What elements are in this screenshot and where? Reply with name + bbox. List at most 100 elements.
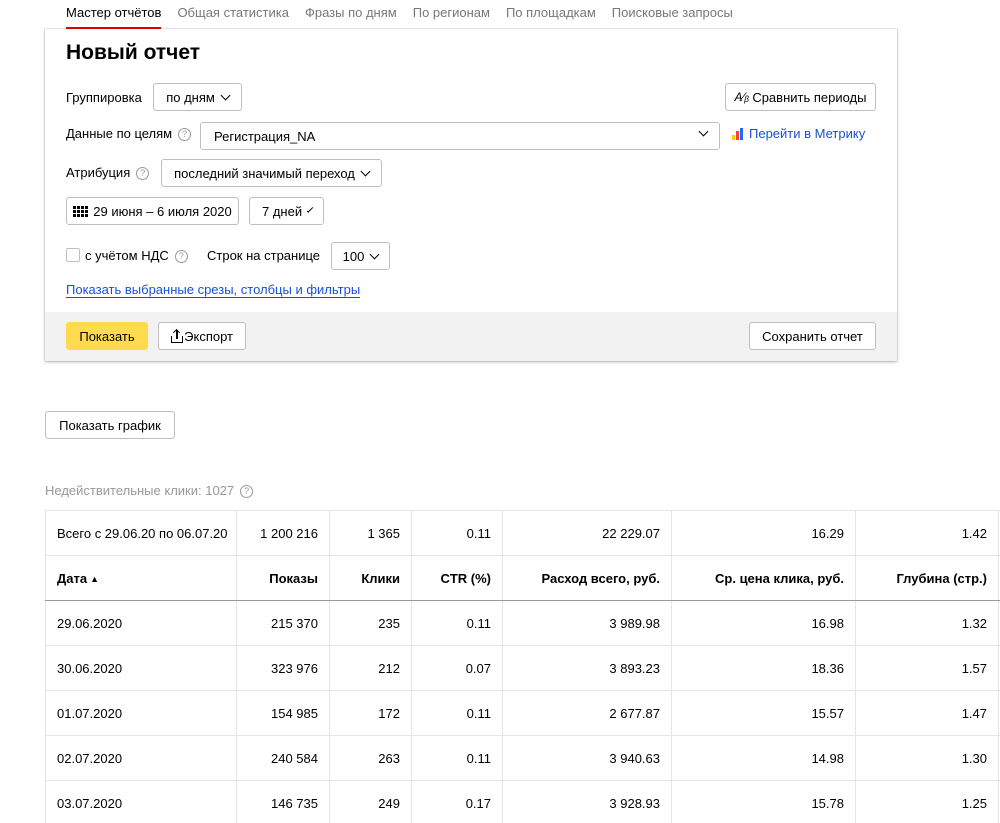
table-cell: 240 584 <box>236 735 330 781</box>
goals-label-wrap: Данные по целям? <box>66 126 192 141</box>
help-icon[interactable]: ? <box>178 128 192 141</box>
rows-per-page-value: 100 <box>342 248 365 264</box>
table-row: 02.07.2020 240 584 263 0.11 3 940.63 14.… <box>45 735 1000 781</box>
table-cell: 1.25 <box>855 780 999 823</box>
column-header-date[interactable]: Дата ▲ <box>45 555 237 601</box>
table-cell: 215 370 <box>236 600 330 646</box>
attribution-value: последний значимый переход <box>174 165 355 181</box>
goals-label: Данные по целям <box>66 126 173 141</box>
column-header-ctr[interactable]: CTR (%) <box>411 555 503 601</box>
table-cell: 0.17 <box>411 780 503 823</box>
invalid-clicks-text: Недействительные клики: 1027 <box>45 483 235 498</box>
tab-search-queries[interactable]: Поисковые запросы <box>612 0 733 29</box>
grouping-value: по дням <box>166 89 215 105</box>
metrika-link[interactable]: Перейти в Метрику <box>732 126 865 141</box>
table-row: 29.06.2020 215 370 235 0.11 3 989.98 16.… <box>45 600 1000 646</box>
table-cell: 0.11 <box>411 735 503 781</box>
stats-table: Всего с 29.06.20 по 06.07.20 1 200 216 1… <box>45 510 1000 823</box>
date-range-picker[interactable]: 29 июня – 6 июля 2020 <box>66 197 239 225</box>
table-cell: 02.07.2020 <box>45 735 237 781</box>
grouping-label: Группировка <box>66 90 142 105</box>
vat-label: с учётом НДС <box>85 248 169 263</box>
table-cell: 15.78 <box>671 780 856 823</box>
table-cell: 29.06.2020 <box>45 600 237 646</box>
metrika-icon <box>732 127 744 140</box>
period-value: 7 дней <box>262 203 303 219</box>
attribution-label: Атрибуция <box>66 165 131 180</box>
chevron-down-icon <box>306 205 314 213</box>
table-cell: 172 <box>329 690 412 736</box>
column-header-clicks[interactable]: Клики <box>329 555 412 601</box>
vat-checkbox[interactable] <box>66 248 80 262</box>
show-button[interactable]: Показать <box>66 322 148 350</box>
chevron-down-icon <box>698 126 709 137</box>
table-cell: 1.47 <box>855 690 999 736</box>
invalid-clicks: Недействительные клики: 1027? <box>45 483 254 498</box>
table-cell: 0.11 <box>411 690 503 736</box>
table-cell: 146 735 <box>236 780 330 823</box>
table-cell: 0.07 <box>411 645 503 691</box>
table-cell: 1.57 <box>855 645 999 691</box>
table-cell: 3 893.23 <box>502 645 672 691</box>
tab-by-region[interactable]: По регионам <box>413 0 490 29</box>
attribution-select[interactable]: последний значимый переход <box>161 159 382 187</box>
table-cell: 1.32 <box>855 600 999 646</box>
table-cell: 1.30 <box>855 735 999 781</box>
table-cell: 3 940.63 <box>502 735 672 781</box>
table-cell: 03.07.2020 <box>45 780 237 823</box>
table-cell: 235 <box>329 600 412 646</box>
help-icon[interactable]: ? <box>174 250 188 263</box>
save-report-button[interactable]: Сохранить отчет <box>749 322 876 350</box>
tab-phrases-by-day[interactable]: Фразы по дням <box>305 0 397 29</box>
total-cell: Всего с 29.06.20 по 06.07.20 <box>45 510 237 556</box>
table-cell: 30.06.2020 <box>45 645 237 691</box>
table-cell: 154 985 <box>236 690 330 736</box>
column-header-label: Дата <box>57 570 88 586</box>
grouping-select[interactable]: по дням <box>153 83 242 111</box>
table-cell: 15.57 <box>671 690 856 736</box>
table-header-row: Дата ▲ Показы Клики CTR (%) Расход всего,… <box>45 555 1000 601</box>
table-row: 03.07.2020 146 735 249 0.17 3 928.93 15.… <box>45 780 1000 823</box>
show-chart-button[interactable]: Показать график <box>45 411 175 439</box>
table-cell: 323 976 <box>236 645 330 691</box>
column-header-impressions[interactable]: Показы <box>236 555 330 601</box>
rows-per-page-label: Строк на странице <box>207 248 321 263</box>
tab-general-stats[interactable]: Общая статистика <box>177 0 289 29</box>
export-icon <box>171 328 183 343</box>
table-total-row: Всего с 29.06.20 по 06.07.20 1 200 216 1… <box>45 510 1000 556</box>
column-header-depth[interactable]: Глубина (стр.) <box>855 555 999 601</box>
goals-select[interactable]: Регистрация_NA <box>200 122 720 150</box>
sort-asc-icon: ▲ <box>90 573 100 584</box>
tab-report-wizard[interactable]: Мастер отчётов <box>66 0 162 29</box>
total-cell: 1 200 216 <box>236 510 330 556</box>
table-row: 01.07.2020 154 985 172 0.11 2 677.87 15.… <box>45 690 1000 736</box>
table-cell: 16.98 <box>671 600 856 646</box>
show-filters-link[interactable]: Показать выбранные срезы, столбцы и филь… <box>66 283 361 298</box>
compare-periods-button[interactable]: A⁄ᵦ Сравнить периоды <box>725 83 876 111</box>
compare-icon: A⁄ᵦ <box>734 90 750 104</box>
total-cell: 1.42 <box>855 510 999 556</box>
help-icon[interactable]: ? <box>240 485 254 498</box>
table-cell: 212 <box>329 645 412 691</box>
chevron-down-icon <box>360 166 371 176</box>
column-header-cost[interactable]: Расход всего, руб. <box>502 555 672 601</box>
total-cell: 0.11 <box>411 510 503 556</box>
panel-footer: Показать Экспорт Сохранить отчет <box>45 312 897 361</box>
table-cell: 18.36 <box>671 645 856 691</box>
table-cell: 263 <box>329 735 412 781</box>
chevron-down-icon <box>220 90 231 100</box>
compare-periods-label: Сравнить периоды <box>752 89 867 105</box>
table-cell: 249 <box>329 780 412 823</box>
column-header-avg-cpc[interactable]: Ср. цена клика, руб. <box>671 555 856 601</box>
help-icon[interactable]: ? <box>136 167 150 180</box>
table-cell: 3 928.93 <box>502 780 672 823</box>
chevron-down-icon <box>369 249 380 259</box>
rows-per-page-select[interactable]: 100 <box>331 242 390 270</box>
attribution-label-wrap: Атрибуция? <box>66 165 150 180</box>
period-select[interactable]: 7 дней <box>249 197 324 225</box>
report-tabs: Мастер отчётов Общая статистика Фразы по… <box>66 0 749 30</box>
date-range-value: 29 июня – 6 июля 2020 <box>93 203 232 219</box>
metrika-link-label: Перейти в Метрику <box>749 126 866 141</box>
export-button[interactable]: Экспорт <box>158 322 246 350</box>
tab-by-platform[interactable]: По площадкам <box>506 0 596 29</box>
